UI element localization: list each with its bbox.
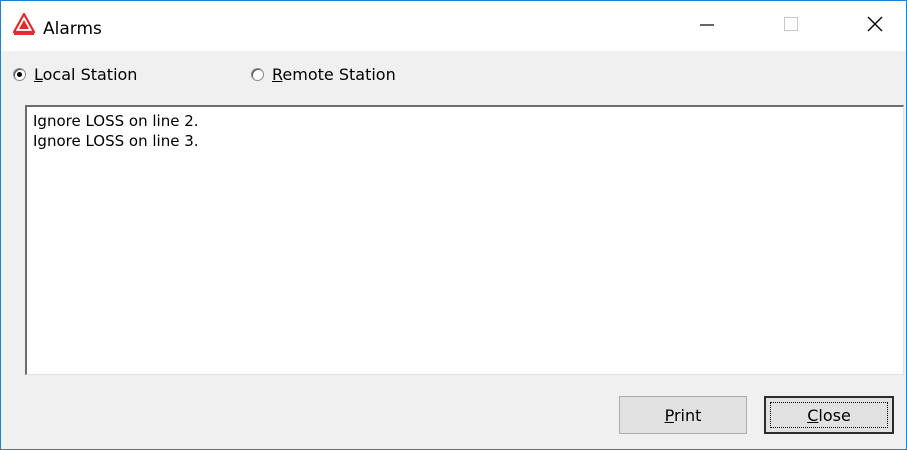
radio-indicator-unchecked[interactable] bbox=[251, 67, 264, 81]
close-icon bbox=[866, 15, 884, 37]
title-bar[interactable]: Alarms bbox=[1, 1, 906, 51]
maximize-button[interactable] bbox=[768, 1, 814, 51]
print-button[interactable]: Print bbox=[619, 396, 747, 434]
maximize-icon bbox=[783, 16, 799, 36]
local-station-label: Local Station bbox=[34, 64, 138, 84]
close-window-button[interactable] bbox=[852, 1, 898, 51]
radio-indicator-checked[interactable] bbox=[13, 67, 26, 81]
close-button[interactable]: Close bbox=[764, 396, 894, 434]
focus-rectangle bbox=[770, 402, 888, 428]
minimize-icon bbox=[699, 16, 715, 36]
window-title: Alarms bbox=[43, 19, 102, 39]
warning-triangle-icon bbox=[12, 11, 36, 35]
local-station-radio[interactable]: Local Station bbox=[13, 63, 137, 85]
alarm-list[interactable]: Ignore LOSS on line 2. Ignore LOSS on li… bbox=[25, 105, 904, 375]
list-item: Ignore LOSS on line 2. bbox=[33, 112, 199, 130]
remote-station-label: Remote Station bbox=[272, 64, 396, 84]
minimize-button[interactable] bbox=[684, 1, 730, 51]
list-item: Ignore LOSS on line 3. bbox=[33, 132, 199, 150]
remote-station-radio[interactable]: Remote Station bbox=[251, 63, 396, 85]
print-button-label: Print bbox=[664, 405, 702, 425]
alarms-window: Alarms Local Station Remote Station Igno… bbox=[0, 0, 907, 450]
